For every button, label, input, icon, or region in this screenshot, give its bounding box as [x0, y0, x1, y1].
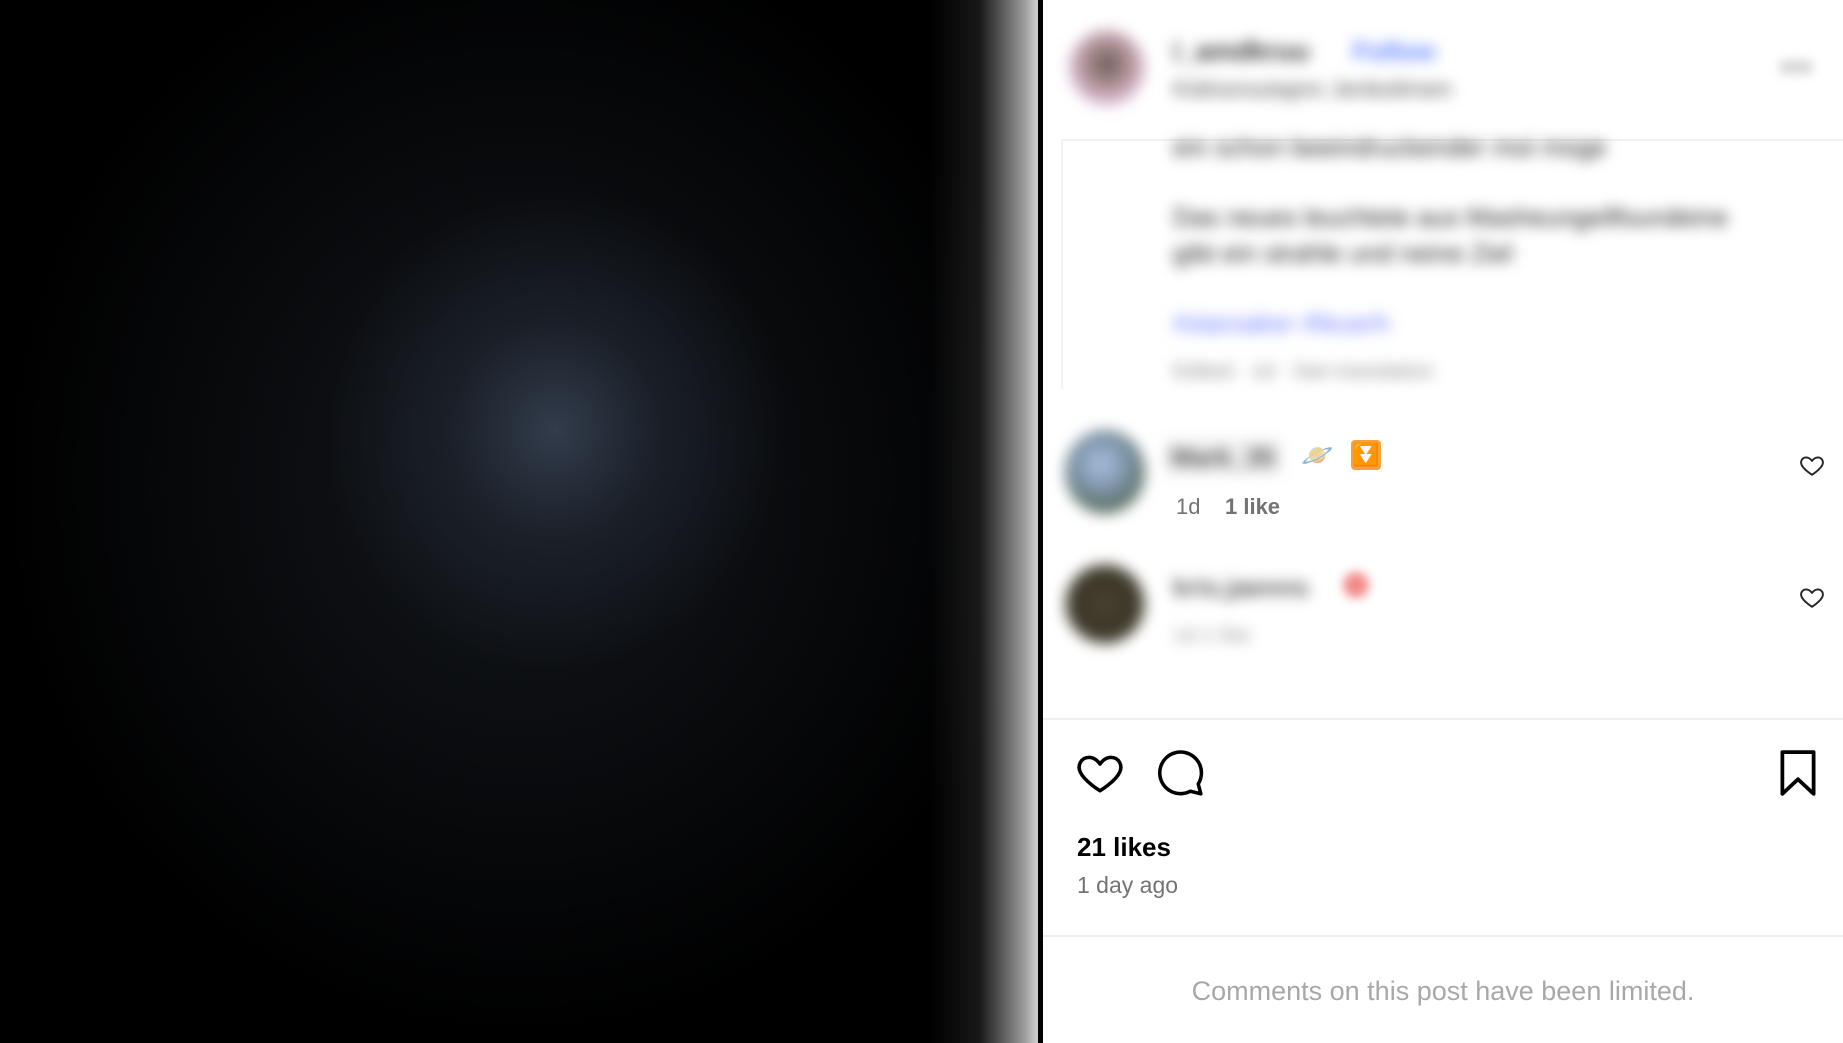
likes-count[interactable]: 21 likes — [1077, 832, 1171, 863]
double-down-emoji: ⏬ — [1351, 440, 1381, 470]
caption-text-line: gibt ein strahle und neine Ziel — [1173, 238, 1513, 268]
post-media[interactable] — [0, 0, 1040, 1043]
author-username[interactable]: i_amdkruu — [1173, 36, 1310, 67]
heart-icon[interactable] — [1799, 584, 1825, 610]
section-divider — [1043, 935, 1843, 937]
bookmark-icon[interactable] — [1773, 748, 1823, 798]
commenter-avatar[interactable] — [1065, 564, 1145, 644]
comment-meta: 1d 1 like — [1173, 624, 1251, 648]
comment-item: Mark_35 🪐 ⏬ 1d 1 like — [1043, 426, 1843, 536]
comment-item: kris.jaenns 1d 1 like — [1043, 558, 1843, 668]
caption-text-line: ein schon beeindruckender moi moge — [1173, 132, 1607, 162]
caption-text-line: Das neues leuchtete aus Masheungeilfound… — [1173, 202, 1729, 232]
commenter-avatar[interactable] — [1065, 430, 1145, 514]
audio-label[interactable]: Kidnoroutapro Jenkolimen — [1173, 76, 1452, 104]
post-age: 1 day ago — [1077, 872, 1179, 898]
comment-likes[interactable]: 1 like — [1202, 624, 1251, 647]
commenter-username[interactable]: Mark_35 — [1165, 440, 1282, 475]
caption-meta: Edited · 1d · See translation — [1173, 360, 1434, 383]
planet-emoji: 🪐 — [1301, 440, 1334, 470]
author-avatar[interactable] — [1069, 30, 1145, 106]
speech-bubble-icon[interactable] — [1155, 748, 1205, 798]
comment-likes[interactable]: 1 like — [1225, 494, 1280, 520]
comment-time: 1d — [1173, 624, 1197, 647]
caption-hashtags[interactable]: #starsaker #feuerh — [1173, 308, 1390, 339]
comment-time: 1d — [1176, 494, 1201, 519]
heart-icon[interactable] — [1799, 452, 1825, 478]
more-dots-icon[interactable] — [1779, 60, 1813, 74]
caption-guide-line — [1061, 139, 1063, 389]
media-edge-shade — [930, 0, 1040, 1043]
follow-button[interactable]: Follow — [1353, 36, 1435, 67]
section-divider — [1043, 718, 1843, 720]
heart-icon[interactable] — [1075, 748, 1125, 798]
heart-emoji — [1343, 572, 1369, 598]
comments-limited-notice: Comments on this post have been limited. — [1191, 976, 1695, 1006]
post-details-panel: i_amdkruu Follow Kidnoroutapro Jenkolime… — [1043, 0, 1843, 1043]
commenter-username[interactable]: kris.jaenns — [1173, 572, 1309, 603]
